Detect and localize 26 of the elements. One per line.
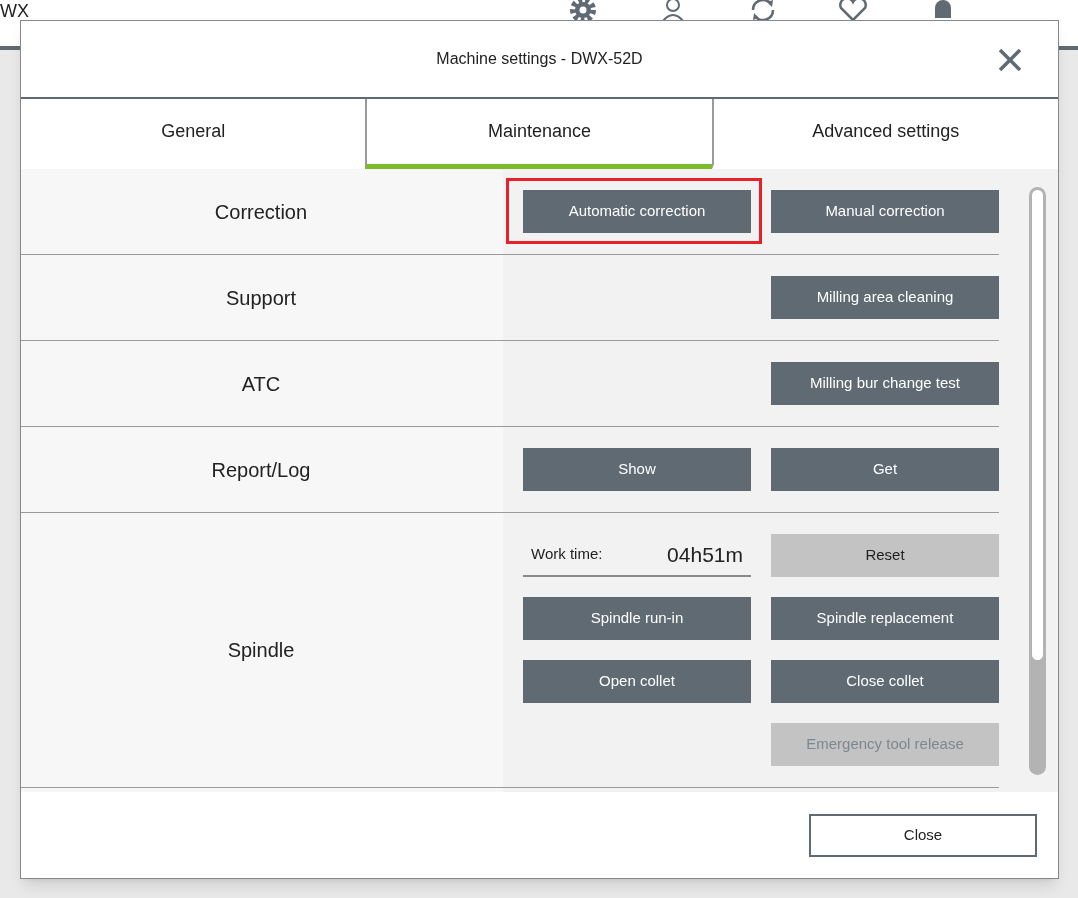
action-button[interactable]: Milling area cleaning (771, 276, 999, 319)
tab[interactable]: General (21, 99, 366, 169)
action-button[interactable]: Manual correction (771, 190, 999, 233)
action-button[interactable]: Automatic correction (523, 190, 751, 233)
scrollbar[interactable] (1029, 187, 1046, 775)
action-button[interactable]: Milling bur change test (771, 362, 999, 405)
heart-icon[interactable] (837, 0, 869, 22)
action-button[interactable]: Reset (771, 534, 999, 577)
action-button[interactable]: Spindle run-in (523, 597, 751, 640)
section-label: Correction (214, 199, 308, 225)
dialog-title: Machine settings - DWX-52D (436, 49, 643, 69)
close-button[interactable]: Close (809, 814, 1037, 857)
action-button[interactable]: Open collet (523, 660, 751, 703)
section-label: Report/Log (211, 457, 311, 483)
action-button[interactable]: Close collet (771, 660, 999, 703)
section-label: ATC (241, 371, 281, 397)
settings-icon[interactable] (567, 0, 599, 22)
field-label: Work time: (531, 544, 603, 565)
section-label: Support (225, 285, 297, 311)
app-title: WX (0, 0, 29, 22)
action-button[interactable]: Spindle replacement (771, 597, 999, 640)
close-icon[interactable] (998, 49, 1022, 71)
action-button[interactable]: Get (771, 448, 999, 491)
action-button[interactable]: Show (523, 448, 751, 491)
section-label: Spindle (227, 638, 295, 663)
work-time-value: 04h51m (667, 541, 743, 568)
